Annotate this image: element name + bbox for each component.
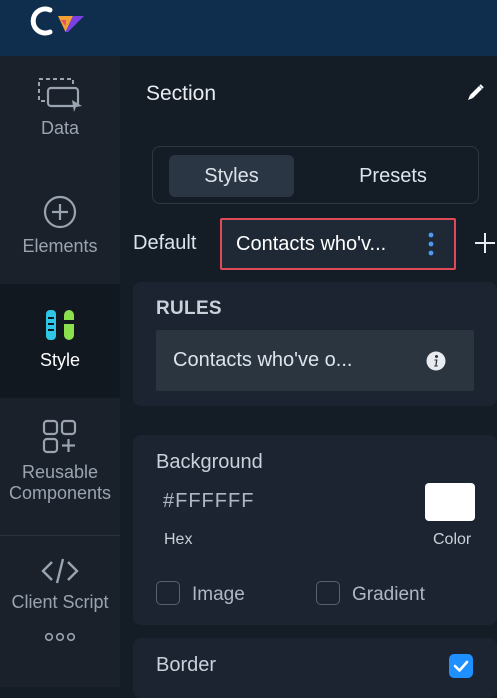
rules-card: RULES Contacts who've o... bbox=[133, 282, 497, 406]
nav-client-script-label: Client Script bbox=[11, 592, 109, 612]
rule-state-chip-label: Contacts who'v... bbox=[236, 232, 387, 255]
data-icon bbox=[38, 78, 82, 112]
app-logo[interactable] bbox=[28, 2, 88, 42]
image-checkbox[interactable] bbox=[156, 581, 180, 605]
nav-elements[interactable]: Elements bbox=[0, 194, 120, 283]
info-icon[interactable] bbox=[426, 351, 446, 371]
nav-elements-label: Elements bbox=[22, 236, 98, 256]
rule-item[interactable]: Contacts who've o... bbox=[156, 330, 474, 391]
tab-styles[interactable]: Styles bbox=[169, 155, 294, 197]
nav-style[interactable]: Style bbox=[0, 284, 120, 398]
nav-reusable-components[interactable]: Reusable Components bbox=[0, 418, 120, 536]
state-default[interactable]: Default bbox=[133, 232, 196, 255]
border-checkbox[interactable] bbox=[449, 654, 473, 678]
rule-item-text: Contacts who've o... bbox=[173, 349, 353, 371]
image-label: Image bbox=[192, 584, 245, 605]
nav-reusable-components-label: Reusable Components bbox=[8, 462, 112, 503]
color-label: Color bbox=[433, 531, 472, 548]
add-state-icon[interactable] bbox=[474, 232, 496, 254]
style-tabs: Styles Presets bbox=[152, 146, 479, 204]
rules-title: RULES bbox=[156, 298, 222, 319]
gradient-label: Gradient bbox=[352, 584, 425, 605]
tab-presets[interactable]: Presets bbox=[318, 155, 468, 197]
style-icon bbox=[46, 310, 74, 340]
hex-input[interactable]: #FFFFFF bbox=[163, 490, 254, 513]
border-card: Border bbox=[133, 638, 497, 698]
more-dots-icon[interactable] bbox=[44, 632, 76, 642]
border-title: Border bbox=[156, 654, 217, 676]
gradient-checkbox[interactable] bbox=[316, 581, 340, 605]
color-swatch[interactable] bbox=[425, 483, 475, 521]
plus-circle-icon bbox=[43, 195, 77, 229]
style-panel: Section Styles Presets Default Contacts … bbox=[120, 56, 497, 698]
top-bar bbox=[0, 0, 497, 56]
panel-title: Section bbox=[146, 82, 217, 105]
code-icon bbox=[41, 558, 79, 584]
checkmark-icon bbox=[453, 660, 469, 672]
background-title: Background bbox=[156, 451, 263, 473]
components-icon bbox=[42, 419, 77, 454]
left-nav-rail: Data Elements Style ReusableComponents bbox=[0, 56, 120, 687]
edit-pencil-icon[interactable] bbox=[466, 82, 486, 102]
rule-state-chip[interactable]: Contacts who'v... bbox=[220, 218, 456, 270]
nav-data-label: Data bbox=[40, 118, 80, 138]
background-card: Background #FFFFFF Hex Color Image Gradi… bbox=[133, 435, 497, 625]
kebab-menu-icon[interactable] bbox=[428, 231, 434, 257]
nav-data[interactable]: Data bbox=[0, 76, 120, 139]
hex-label: Hex bbox=[164, 531, 193, 548]
nav-client-script[interactable]: Client Script bbox=[0, 556, 120, 613]
nav-style-label: Style bbox=[39, 350, 81, 370]
